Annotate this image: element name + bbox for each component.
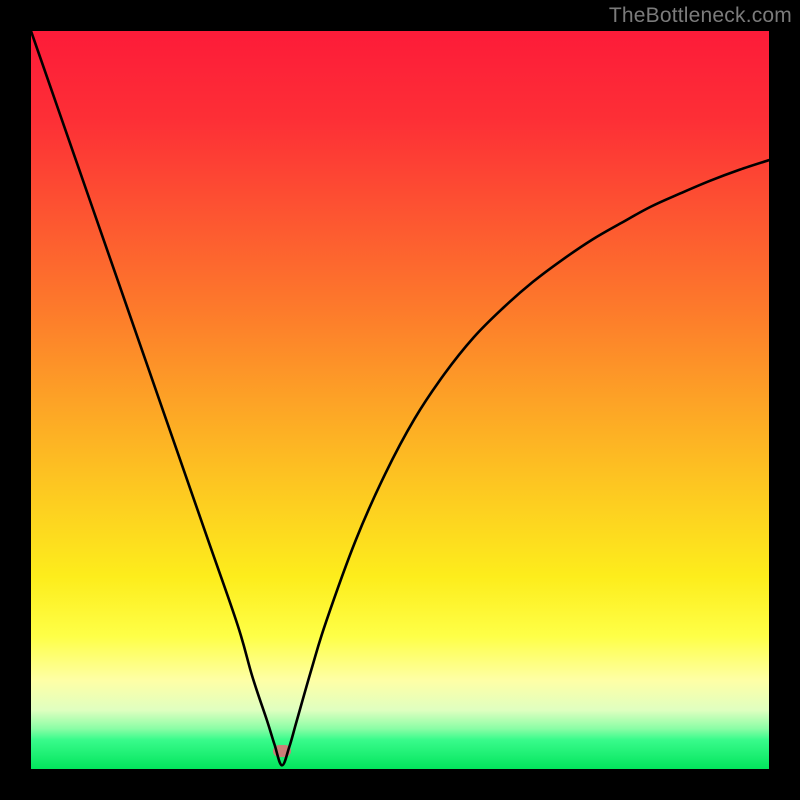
chart-outer-frame: TheBottleneck.com — [0, 0, 800, 800]
watermark-text: TheBottleneck.com — [609, 4, 792, 28]
bottleneck-curve — [31, 31, 769, 769]
plot-area — [31, 31, 769, 769]
